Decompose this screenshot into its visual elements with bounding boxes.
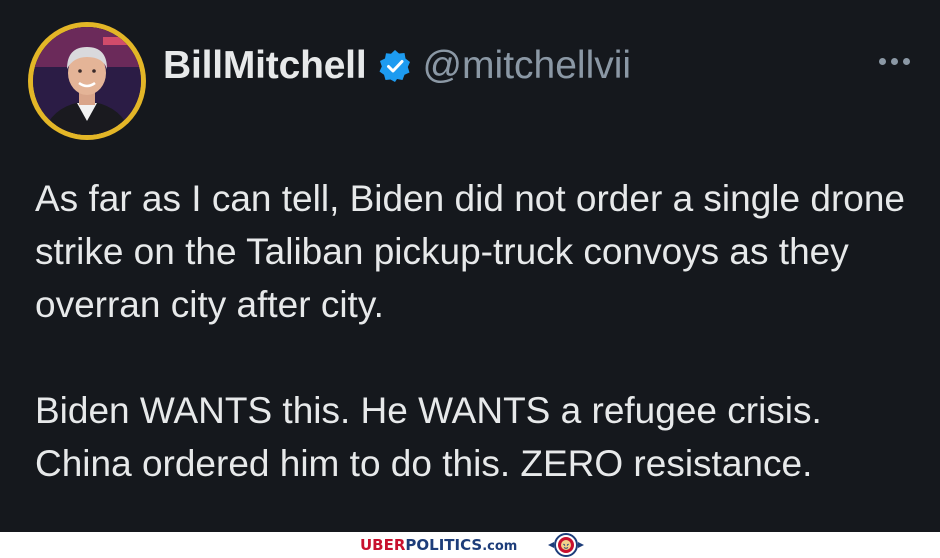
brand-uber: UBER (360, 536, 406, 554)
brand-politics: POLITICS (405, 536, 483, 554)
ellipsis-icon (891, 57, 898, 65)
tweet-text: As far as I can tell, Biden did not orde… (35, 172, 925, 490)
tweet-paragraph-2: Biden WANTS this. He WANTS a refugee cri… (35, 390, 822, 484)
verified-badge-icon (378, 49, 412, 83)
ellipsis-icon (879, 57, 886, 65)
watermark-bar: UBERPOLITICS.com (0, 532, 940, 558)
avatar[interactable] (28, 22, 146, 140)
avatar-person-illustration (33, 27, 141, 135)
more-options-button[interactable] (879, 46, 910, 76)
watermark-brand: UBERPOLITICS.com (360, 535, 517, 557)
author-row: BillMitchell @mitchellvii (163, 40, 631, 92)
user-handle[interactable]: @mitchellvii (422, 44, 631, 88)
tweet-paragraph-1: As far as I can tell, Biden did not orde… (35, 178, 906, 325)
tweet-card: BillMitchell @mitchellvii As far as I ca… (0, 0, 940, 532)
ellipsis-icon (903, 57, 910, 65)
display-name[interactable]: BillMitchell (163, 44, 367, 88)
avatar-photo (33, 27, 141, 135)
brand-domain: .com (482, 539, 518, 554)
lion-seal-icon (548, 533, 584, 557)
